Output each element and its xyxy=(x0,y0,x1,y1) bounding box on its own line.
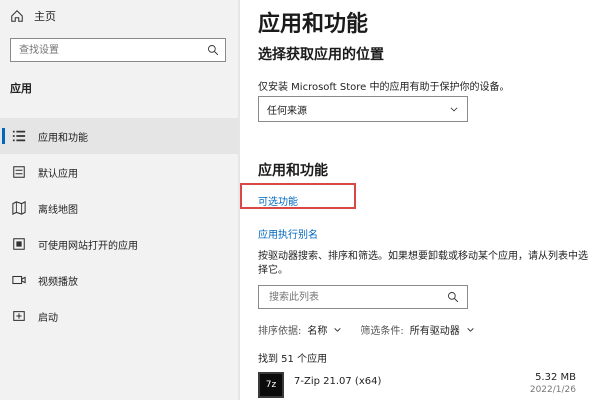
sidebar-section-label: 应用 xyxy=(10,82,32,95)
app-list-item[interactable]: 7z 7-Zip 21.07 (x64) 5.32 MB 2022/1/26 xyxy=(258,372,576,404)
list-filters: 排序依据: 名称 筛选条件: 所有驱动器 xyxy=(258,322,475,337)
default-apps-icon xyxy=(13,166,25,178)
open-with-icon xyxy=(13,238,25,250)
settings-search[interactable] xyxy=(10,38,226,62)
video-icon xyxy=(12,275,26,285)
page-title: 应用和功能 xyxy=(258,12,369,37)
sort-dropdown[interactable]: 排序依据: 名称 xyxy=(258,322,342,337)
sidebar-item-apps-features[interactable]: 应用和功能 xyxy=(0,118,238,154)
app-execution-alias-link[interactable]: 应用执行别名 xyxy=(258,226,318,241)
list-search-input[interactable] xyxy=(267,290,441,304)
apps-instructions: 按驱动器搜索、排序和筛选。如果想要卸载或移动某个应用，请从列表中选择它。 xyxy=(258,251,588,276)
list-search[interactable] xyxy=(258,285,468,309)
filter-dropdown[interactable]: 筛选条件: 所有驱动器 xyxy=(360,322,474,337)
sidebar-item-apps-for-websites[interactable]: 可使用网站打开的应用 xyxy=(0,226,238,262)
sort-label: 排序依据: xyxy=(258,326,302,337)
sidebar-item-label: 视频播放 xyxy=(38,276,78,288)
sidebar-item-offline-maps[interactable]: 离线地图 xyxy=(0,190,238,226)
sidebar-home[interactable]: 主页 xyxy=(10,8,56,24)
sidebar-home-label: 主页 xyxy=(34,10,56,23)
sidebar-item-default-apps[interactable]: 默认应用 xyxy=(0,154,238,190)
sidebar-item-startup[interactable]: 启动 xyxy=(0,298,238,334)
sidebar-item-label: 可使用网站打开的应用 xyxy=(38,240,138,252)
filter-value: 所有驱动器 xyxy=(409,326,460,337)
sidebar: 主页 应用 应用和功能 xyxy=(0,0,238,400)
search-icon xyxy=(448,292,459,303)
main-content: 应用和功能 选择获取应用的位置 仅安装 Microsoft Store 中的应用… xyxy=(240,0,600,400)
app-meta: 5.32 MB 2022/1/26 xyxy=(530,372,576,395)
sidebar-item-label: 默认应用 xyxy=(38,168,78,180)
apps-found-count: 找到 51 个应用 xyxy=(258,354,328,365)
sort-value: 名称 xyxy=(307,326,328,337)
app-date: 2022/1/26 xyxy=(529,385,576,395)
choose-location-desc: 仅安装 Microsoft Store 中的应用有助于保护你的设备。 xyxy=(258,82,510,93)
chevron-down-icon xyxy=(450,107,458,112)
optional-features-link[interactable]: 可选功能 xyxy=(258,193,298,208)
home-icon xyxy=(11,10,23,22)
app-name: 7-Zip 21.07 (x64) xyxy=(294,376,382,387)
7zip-icon: 7z xyxy=(258,372,284,398)
settings-window: 主页 应用 应用和功能 xyxy=(0,0,600,400)
choose-location-title: 选择获取应用的位置 xyxy=(258,47,384,63)
sidebar-item-label: 离线地图 xyxy=(38,204,78,216)
apps-features-section-title: 应用和功能 xyxy=(258,163,328,179)
source-dropdown-value: 任何来源 xyxy=(267,105,307,117)
app-size: 5.32 MB xyxy=(535,372,576,383)
map-icon xyxy=(12,201,26,215)
sidebar-item-label: 启动 xyxy=(38,312,58,324)
search-icon xyxy=(208,45,219,56)
app-icon-text: 7z xyxy=(265,380,277,390)
sidebar-item-label: 应用和功能 xyxy=(38,132,88,144)
startup-icon xyxy=(13,311,25,321)
filter-label: 筛选条件: xyxy=(360,326,404,337)
chevron-down-icon xyxy=(467,328,474,332)
source-dropdown[interactable]: 任何来源 xyxy=(258,96,468,122)
sidebar-nav: 应用和功能 默认应用 离线地图 可使用网站打开的应用 视频播放 启动 xyxy=(0,118,238,334)
settings-search-input[interactable] xyxy=(17,43,201,57)
sidebar-item-video-playback[interactable]: 视频播放 xyxy=(0,262,238,298)
apps-list-icon xyxy=(12,130,26,142)
chevron-down-icon xyxy=(334,328,342,332)
